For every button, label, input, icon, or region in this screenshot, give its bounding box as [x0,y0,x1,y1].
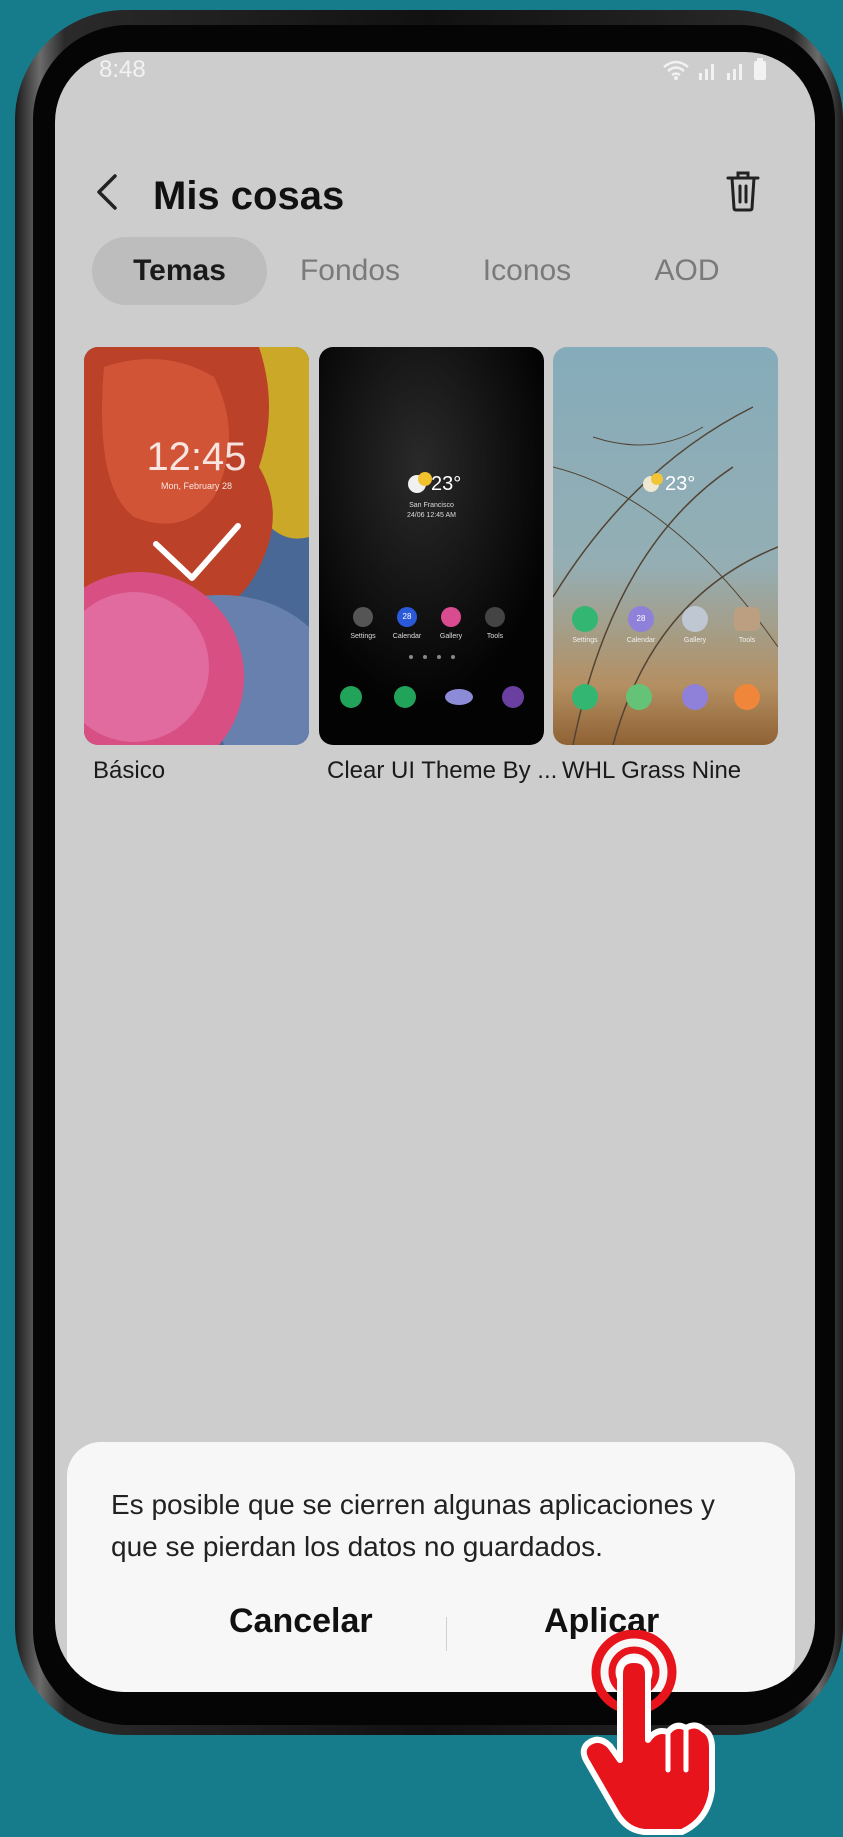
preview-temperature: 23° [665,473,696,495]
preview-datetime: 24/06 12:45 AM [406,512,457,519]
preview-city: San Francisco [409,502,454,509]
tab-iconos[interactable]: Iconos [442,237,612,305]
preview-app-calendar: Calendar [392,633,422,640]
wifi-icon [663,60,689,80]
preview-date: Mon, February 28 [160,481,233,491]
theme-card-whl-grass[interactable]: 23° 28 Settings Calendar Gallery Tools [553,347,778,745]
tab-temas[interactable]: Temas [92,237,267,305]
preview-calendar-day: 28 [636,614,646,623]
theme-name-basico: Básico [93,757,166,784]
preview-app-gallery: Gallery [683,637,707,644]
status-bar: 8:48 [55,52,815,92]
dialog-divider [446,1617,447,1651]
cancel-button[interactable]: Cancelar [229,1602,373,1641]
dialog-message: Es posible que se cierren algunas aplica… [111,1489,715,1562]
checkmark-icon [153,523,241,581]
preview-app-tools: Tools [738,637,756,644]
signal-icon-2 [727,64,742,80]
preview-app-calendar: Calendar [626,637,656,644]
preview-app-settings: Settings [350,633,376,640]
theme-card-clear-ui[interactable]: 23° San Francisco 24/06 12:45 AM 28 Sett… [319,347,544,745]
preview-calendar-day: 28 [402,612,412,621]
status-icons [661,58,767,80]
theme-name-clear-ui: Clear UI Theme By ... [327,757,558,784]
pointing-hand-icon [580,1630,715,1835]
preview-temperature: 23° [431,473,462,495]
delete-button[interactable] [723,168,763,214]
back-button[interactable] [89,170,129,214]
preview-app-gallery: Gallery [439,633,463,640]
tab-bar: Temas Fondos Iconos AOD [92,237,782,305]
status-time: 8:48 [99,56,146,83]
phone-screen: 8:48 Mis cosas Temas Fondos Iconos AOD 1… [55,52,815,1692]
signal-icon [699,64,714,80]
theme-preview-whl-grass [553,347,778,745]
page-title: Mis cosas [153,174,345,218]
trash-icon [726,171,760,212]
chevron-left-icon [97,174,117,210]
theme-preview-clear-ui [319,347,544,745]
preview-clock: 12:45 [146,435,247,479]
preview-app-settings: Settings [572,637,598,644]
theme-name-whl-grass: WHL Grass Nine [562,757,742,784]
tab-aod[interactable]: AOD [617,237,757,305]
header: Mis cosas [55,152,815,232]
tab-fondos[interactable]: Fondos [265,237,435,305]
theme-card-basico[interactable]: 12:45 Mon, February 28 [84,347,309,745]
battery-icon [754,58,766,80]
preview-app-tools: Tools [486,633,504,640]
